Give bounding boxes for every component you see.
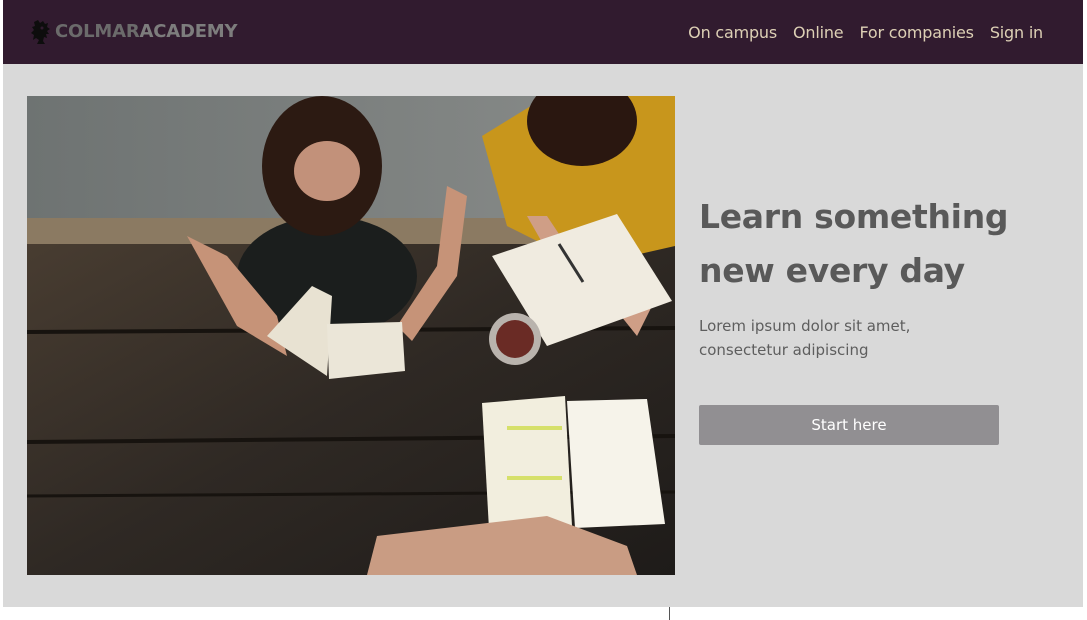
hero-text-block: Learn something new every day Lorem ipsum… xyxy=(699,190,1059,362)
brand-logo-link[interactable]: COLMARACADEMY xyxy=(30,17,238,47)
page-divider xyxy=(669,607,670,620)
page-frame: COLMARACADEMY On campus Online For compa… xyxy=(3,0,1083,607)
hero-title: Learn something new every day xyxy=(699,190,1059,298)
start-here-button[interactable]: Start here xyxy=(699,405,999,445)
hero-image xyxy=(27,96,675,575)
brand-name-part2: ACADEMY xyxy=(139,21,238,42)
nav-link-online[interactable]: Online xyxy=(793,23,844,42)
nav-link-for-companies[interactable]: For companies xyxy=(859,23,974,42)
brand-name: COLMARACADEMY xyxy=(55,17,238,47)
hero-title-line2: new every day xyxy=(699,251,965,290)
hero-subtitle: Lorem ipsum dolor sit amet, consectetur … xyxy=(699,317,911,359)
nav-link-on-campus[interactable]: On campus xyxy=(688,23,777,42)
brand-name-part1: COLMAR xyxy=(55,21,140,42)
top-navbar: COLMARACADEMY On campus Online For compa… xyxy=(3,0,1083,64)
main-nav: On campus Online For companies Sign in xyxy=(672,0,1043,64)
hero-title-line1: Learn something xyxy=(699,197,1009,236)
nav-link-sign-in[interactable]: Sign in xyxy=(990,23,1043,42)
lion-crest-icon xyxy=(31,20,50,44)
